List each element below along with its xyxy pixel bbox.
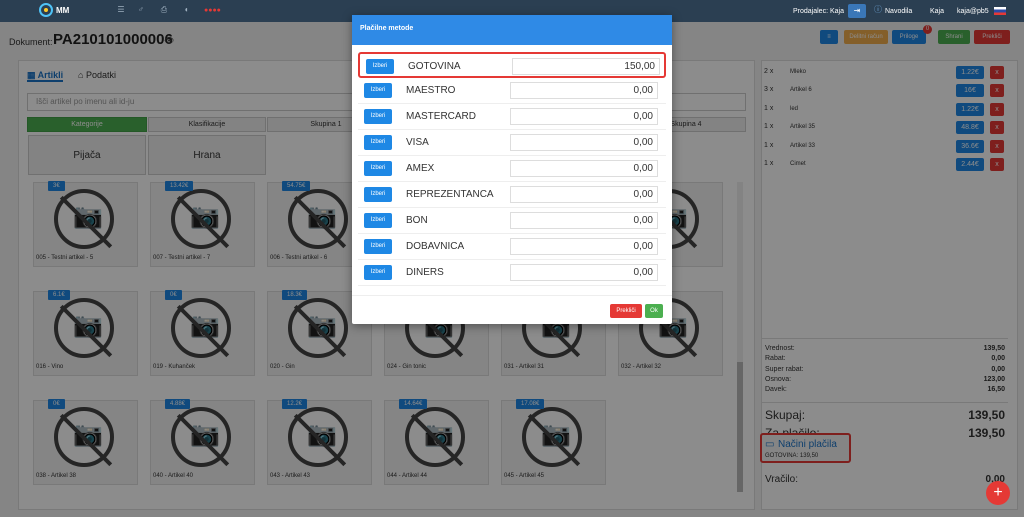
method-amount-input[interactable] [510, 82, 658, 99]
user-name[interactable]: Kaja [930, 8, 944, 15]
method-name: DOBAVNICA [406, 241, 465, 252]
brand-name: MM [56, 6, 70, 15]
select-method-button[interactable]: Izberi [364, 161, 392, 176]
method-name: MAESTRO [406, 85, 456, 96]
add-button[interactable]: + [986, 481, 1010, 505]
select-method-button[interactable]: Izberi [364, 83, 392, 98]
info-icon: ⓘ [874, 5, 882, 14]
select-method-button[interactable]: Izberi [364, 135, 392, 150]
payment-method-row: Izberi MAESTRO [358, 78, 666, 104]
method-amount-input[interactable] [510, 212, 658, 229]
method-name: REPREZENTANCA [406, 189, 494, 200]
select-method-button[interactable]: Izberi [364, 187, 392, 202]
menu-icon[interactable]: ☰ [117, 6, 125, 14]
method-name: AMEX [406, 163, 435, 174]
user-account[interactable]: kaja@pb5 [957, 8, 989, 15]
select-method-button[interactable]: Izberi [364, 109, 392, 124]
seller-label: Prodajalec: Kaja [793, 8, 844, 15]
method-amount-input[interactable] [510, 264, 658, 281]
print-icon[interactable]: ⎙ [160, 6, 168, 14]
method-name: MASTERCARD [406, 111, 477, 122]
payment-method-row: Izberi VISA [358, 130, 666, 156]
status-text: ●●●● [204, 7, 221, 14]
payment-method-row: Izberi DINERS [358, 260, 666, 286]
payment-method-row: Izberi GOTOVINA [358, 52, 666, 78]
method-name: GOTOVINA [408, 61, 461, 72]
method-amount-input[interactable] [510, 108, 658, 125]
select-method-button[interactable]: Izberi [366, 59, 394, 74]
method-amount-input[interactable] [510, 134, 658, 151]
contrast-icon[interactable]: ◐ [183, 6, 191, 14]
payment-method-row: Izberi BON [358, 208, 666, 234]
method-amount-input[interactable] [510, 238, 658, 255]
payment-method-row: Izberi AMEX [358, 156, 666, 182]
payment-methods-modal: Plačilne metode Izberi GOTOVINA Izberi MAES… [352, 15, 672, 324]
divider [352, 295, 672, 296]
method-amount-input[interactable] [510, 160, 658, 177]
user-icon[interactable]: ♂ [137, 6, 145, 14]
method-name: BON [406, 215, 428, 226]
modal-title: Plačilne metode [352, 15, 672, 45]
method-amount-input[interactable] [512, 58, 660, 75]
select-method-button[interactable]: Izberi [364, 213, 392, 228]
payment-method-row: Izberi MASTERCARD [358, 104, 666, 130]
flag-icon[interactable] [994, 7, 1006, 15]
method-name: DINERS [406, 267, 444, 278]
payment-method-row: Izberi REPREZENTANCA [358, 182, 666, 208]
navodila-link[interactable]: Navodila [885, 8, 912, 15]
payment-method-row: Izberi DOBAVNICA [358, 234, 666, 260]
logout-button[interactable]: ⇥ [848, 4, 866, 18]
modal-cancel-button[interactable]: Prekliči [610, 304, 642, 318]
modal-ok-button[interactable]: Ok [645, 304, 663, 318]
logo-icon [38, 3, 54, 17]
select-method-button[interactable]: Izberi [364, 265, 392, 280]
method-amount-input[interactable] [510, 186, 658, 203]
select-method-button[interactable]: Izberi [364, 239, 392, 254]
method-name: VISA [406, 137, 429, 148]
